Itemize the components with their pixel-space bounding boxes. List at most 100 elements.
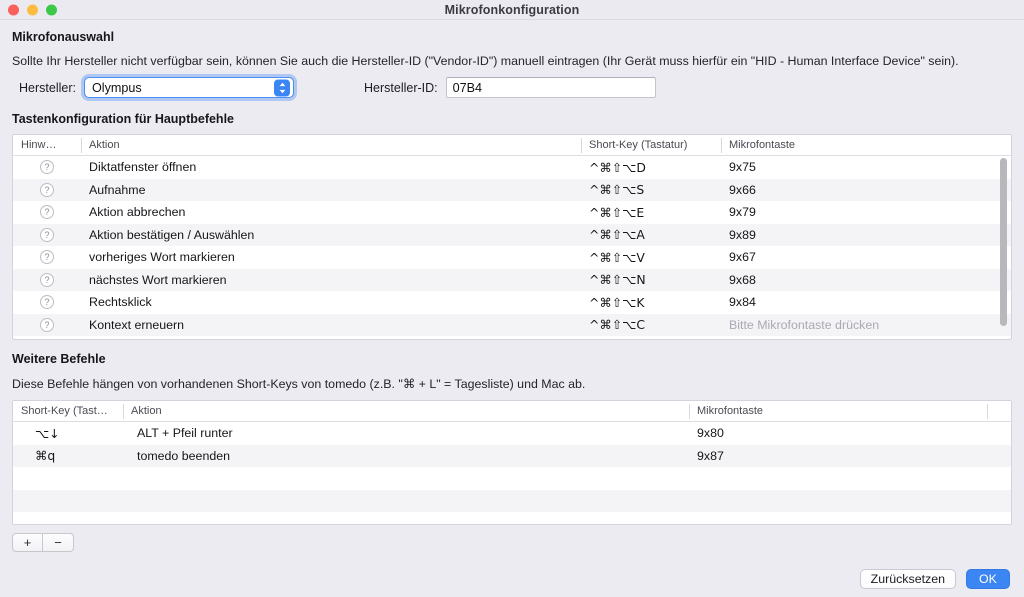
col-header-mickey[interactable]: Mikrofontaste: [721, 135, 1011, 156]
table-row[interactable]: ? Aktion abbrechen ^⌘⇧⌥E 9x79: [13, 201, 1011, 224]
main-commands-table: Hinw… Aktion Short-Key (Tastatur) Mikrof…: [12, 134, 1012, 340]
close-button[interactable]: [8, 4, 19, 15]
shortkey-cell: ^⌘⇧⌥D: [589, 159, 646, 175]
spacer-cell: [987, 445, 1011, 468]
mic-key-cell[interactable]: 9x89: [721, 224, 1011, 247]
col-header-shortkey[interactable]: Short-Key (Tastatur): [581, 135, 721, 156]
action-cell: Aktion abbrechen: [89, 205, 186, 220]
action-cell: nächstes Wort markieren: [89, 272, 227, 287]
manufacturer-select[interactable]: Olympus: [84, 77, 294, 98]
zoom-button[interactable]: [46, 4, 57, 15]
table-row[interactable]: ? vorheriges Wort markieren ^⌘⇧⌥V 9x67: [13, 246, 1011, 269]
shortkey-cell: ^⌘⇧⌥N: [589, 272, 646, 288]
other-commands-heading: Weitere Befehle: [12, 352, 106, 366]
manufacturer-label: Hersteller:: [19, 80, 76, 95]
mic-key-cell[interactable]: 9x79: [721, 201, 1011, 224]
remove-row-button[interactable]: −: [43, 533, 74, 552]
mic-selection-heading: Mikrofonauswahl: [12, 30, 115, 44]
action-cell: Rechtsklick: [89, 295, 152, 310]
other-commands-table-body: ⌥↓ ALT + Pfeil runter 9x80 ⌘q tomedo beenden…: [13, 422, 1011, 524]
main-commands-table-body: ? Diktatfenster öffnen ^⌘⇧⌥D 9x75? Aufnahme ^…: [13, 156, 1011, 336]
help-icon[interactable]: ?: [40, 227, 54, 242]
table-row[interactable]: ⌘q tomedo beenden 9x87: [13, 444, 1011, 468]
main-commands-table-header: Hinw… Aktion Short-Key (Tastatur) Mikrof…: [13, 135, 1011, 156]
shortkey-cell: ^⌘⇧⌥C: [589, 317, 646, 333]
mic-key-cell[interactable]: 9x80: [689, 422, 987, 445]
action-cell: ALT + Pfeil runter: [137, 426, 233, 441]
col-header-hint[interactable]: Hinw…: [13, 135, 81, 156]
hint-cell: ?: [13, 201, 81, 224]
mic-selection-note: Sollte Ihr Hersteller nicht verfügbar se…: [12, 54, 959, 68]
dialog-footer: Zurücksetzen OK: [859, 569, 1010, 589]
table-row[interactable]: ? nächstes Wort markieren ^⌘⇧⌥N 9x68: [13, 268, 1011, 292]
table-row-empty[interactable]: [13, 512, 1011, 524]
reset-button[interactable]: Zurücksetzen: [859, 569, 956, 589]
hint-cell: ?: [13, 179, 81, 202]
mic-key-cell[interactable]: 9x84: [721, 291, 1011, 314]
mic-key-cell[interactable]: 9x87: [689, 445, 987, 468]
action-cell: vorheriges Wort markieren: [89, 250, 235, 265]
col-header-action-2[interactable]: Aktion: [123, 401, 689, 422]
help-icon[interactable]: ?: [40, 250, 54, 265]
mic-key-cell[interactable]: 9x67: [721, 246, 1011, 269]
shortkey-cell: ^⌘⇧⌥V: [589, 249, 645, 265]
hint-cell: ?: [13, 314, 81, 337]
manufacturer-select-value: Olympus: [92, 80, 142, 95]
table-row[interactable]: ? Aufnahme ^⌘⇧⌥S 9x66: [13, 178, 1011, 202]
help-icon[interactable]: ?: [40, 182, 54, 197]
other-commands-note: Diese Befehle hängen von vorhandenen Sho…: [12, 377, 586, 391]
vendor-id-label: Hersteller-ID:: [364, 80, 438, 95]
table-row-empty[interactable]: [13, 489, 1011, 512]
vendor-id-value: 07B4: [452, 80, 483, 95]
table-row[interactable]: ⌥↓ ALT + Pfeil runter 9x80: [13, 422, 1011, 445]
help-icon[interactable]: ?: [40, 160, 54, 175]
help-icon[interactable]: ?: [40, 205, 54, 220]
mic-key-cell[interactable]: 9x75: [721, 156, 1011, 179]
table-row[interactable]: ? Kontext erneuern ^⌘⇧⌥C Bitte Mikrofontast…: [13, 313, 1011, 337]
table-row[interactable]: ? Rechtsklick ^⌘⇧⌥K 9x84: [13, 291, 1011, 314]
other-commands-table: Short-Key (Tast… Aktion Mikrofontaste ⌥↓…: [12, 400, 1012, 525]
col-header-spacer: [987, 401, 1011, 422]
mic-key-cell[interactable]: 9x68: [721, 269, 1011, 292]
window-controls: [8, 4, 57, 15]
help-icon[interactable]: ?: [40, 272, 54, 287]
help-icon[interactable]: ?: [40, 317, 54, 332]
shortkey-cell: ^⌘⇧⌥K: [589, 294, 645, 310]
hint-cell: ?: [13, 156, 81, 179]
main-commands-heading: Tastenkonfiguration für Hauptbefehle: [12, 112, 234, 126]
shortkey-cell: ⌥↓: [35, 425, 60, 441]
table-row[interactable]: ? Diktatfenster öffnen ^⌘⇧⌥D 9x75: [13, 156, 1011, 179]
shortkey-cell: ^⌘⇧⌥S: [589, 182, 645, 198]
scrollbar-thumb[interactable]: [1000, 158, 1007, 326]
mic-key-cell[interactable]: 9x66: [721, 179, 1011, 202]
add-row-button[interactable]: +: [12, 533, 43, 552]
title-bar: Mikrofonkonfiguration: [0, 0, 1024, 20]
action-cell: Diktatfenster öffnen: [89, 160, 197, 175]
mic-key-cell[interactable]: Bitte Mikrofontaste drücken: [721, 314, 1011, 337]
action-cell: Aktion bestätigen / Auswählen: [89, 227, 255, 242]
minimize-button[interactable]: [27, 4, 38, 15]
table-row-empty[interactable]: [13, 467, 1011, 490]
vendor-id-input[interactable]: 07B4: [445, 77, 656, 98]
hint-cell: ?: [13, 224, 81, 247]
shortkey-cell: ^⌘⇧⌥E: [589, 204, 645, 220]
col-header-action[interactable]: Aktion: [81, 135, 581, 156]
col-header-shortkey-2[interactable]: Short-Key (Tast…: [13, 401, 123, 422]
shortkey-cell: ^⌘⇧⌥A: [589, 227, 645, 243]
action-cell: Kontext erneuern: [89, 317, 185, 332]
window-title: Mikrofonkonfiguration: [444, 2, 580, 17]
hint-cell: ?: [13, 269, 81, 292]
other-commands-table-header: Short-Key (Tast… Aktion Mikrofontaste: [13, 401, 1011, 422]
table-row[interactable]: ? Aktion bestätigen / Auswählen ^⌘⇧⌥A 9x89: [13, 223, 1011, 247]
action-cell: tomedo beenden: [137, 448, 231, 463]
ok-button[interactable]: OK: [966, 569, 1010, 589]
col-header-mickey-2[interactable]: Mikrofontaste: [689, 401, 987, 422]
shortkey-cell: ⌘q: [35, 448, 56, 464]
chevron-up-down-icon: [274, 79, 290, 96]
row-actions: + −: [12, 533, 1012, 552]
action-cell: Aufnahme: [89, 182, 146, 197]
dialog-content: Mikrofonauswahl Sollte Ihr Hersteller ni…: [0, 20, 1024, 597]
main-commands-scrollbar[interactable]: [998, 157, 1009, 337]
hint-cell: ?: [13, 291, 81, 314]
help-icon[interactable]: ?: [40, 295, 54, 310]
